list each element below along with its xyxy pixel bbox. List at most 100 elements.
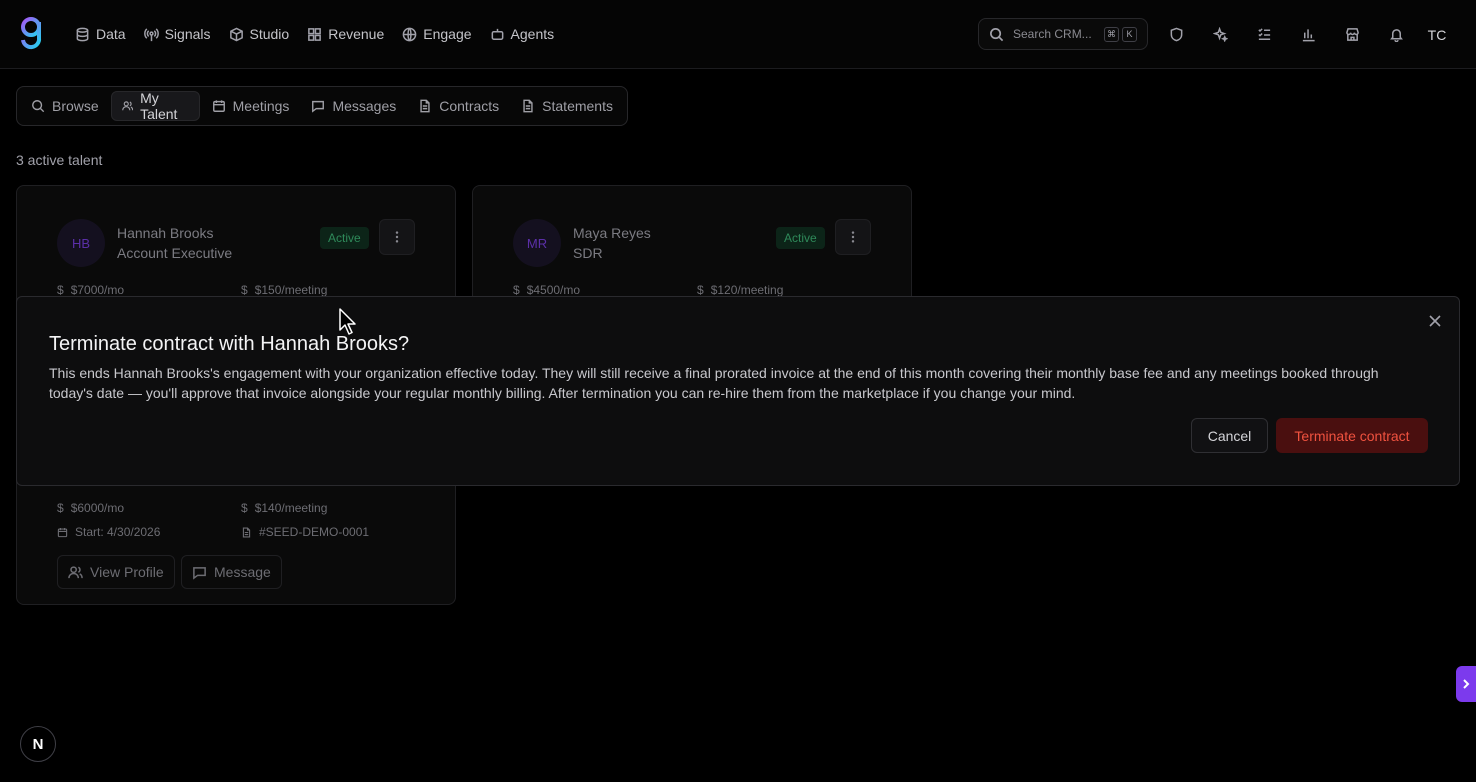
tab-browse[interactable]: Browse <box>21 91 109 121</box>
nav-label: Revenue <box>328 26 385 42</box>
meeting-fee-value: $120/meeting <box>710 283 784 297</box>
more-options-button[interactable] <box>835 219 871 255</box>
radio-icon <box>143 27 159 41</box>
top-icons <box>1160 18 1412 50</box>
search-placeholder: Search CRM... <box>1013 27 1092 41</box>
more-vertical-icon <box>395 231 399 243</box>
more-vertical-icon <box>851 231 855 243</box>
monthly-fee: $ $6000/mo <box>57 501 124 515</box>
tab-statements[interactable]: Statements <box>511 91 623 121</box>
grid-icon <box>308 27 322 41</box>
talent-tabs: Browse My Talent Meetings Messages Contr… <box>16 86 628 126</box>
monthly-fee: $ $7000/mo <box>57 283 124 297</box>
nav-signals[interactable]: Signals <box>135 18 220 50</box>
dollar-icon: $ <box>241 283 248 297</box>
avatar: HB <box>57 219 105 267</box>
sparkles-button[interactable] <box>1204 18 1236 50</box>
nav-label: Agents <box>510 26 555 42</box>
mouse-cursor-icon <box>339 308 356 335</box>
notifications-button[interactable] <box>1380 18 1412 50</box>
monthly-fee-value: $4500/mo <box>526 283 581 297</box>
box-icon <box>229 27 243 41</box>
tab-label: Statements <box>542 98 613 114</box>
tab-label: Contracts <box>439 98 500 114</box>
chevron-right-icon <box>1463 679 1470 689</box>
start-date: Start: 4/30/2026 <box>57 525 160 539</box>
meeting-fee: $ $120/meeting <box>697 283 783 297</box>
meeting-fee-value: $140/meeting <box>254 501 328 515</box>
calendar-icon <box>57 527 68 537</box>
meeting-fee-value: $150/meeting <box>254 283 328 297</box>
talent-role: SDR <box>573 245 603 261</box>
nav-agents[interactable]: Agents <box>481 18 564 50</box>
terminate-dialog: Terminate contract with Hannah Brooks? T… <box>16 296 1460 486</box>
nav-engage[interactable]: Engage <box>393 18 480 50</box>
tab-my-talent[interactable]: My Talent <box>110 90 200 122</box>
app-logo[interactable] <box>18 16 44 50</box>
close-icon <box>1429 315 1441 327</box>
search-box[interactable]: Search CRM... ⌘ K <box>978 18 1148 50</box>
dialog-title: Terminate contract with Hannah Brooks? <box>49 333 410 355</box>
shortcut: ⌘ K <box>1104 26 1137 42</box>
nav-label: Data <box>96 26 126 42</box>
contract-id: #SEED-DEMO-0001 <box>241 525 369 539</box>
shortcut-key: K <box>1122 26 1137 42</box>
file-icon <box>523 99 533 113</box>
avatar: MR <box>513 219 561 267</box>
monthly-fee: $ $4500/mo <box>513 283 580 297</box>
side-panel-toggle[interactable] <box>1456 666 1476 702</box>
analytics-button[interactable] <box>1292 18 1324 50</box>
shield-button[interactable] <box>1160 18 1192 50</box>
message-icon <box>312 100 325 113</box>
search-icon <box>990 27 1004 41</box>
tab-label: Messages <box>332 98 397 114</box>
talent-role: Account Executive <box>117 245 233 261</box>
dollar-icon: $ <box>697 283 704 297</box>
dollar-icon: $ <box>57 283 64 297</box>
dialog-description: This ends Hannah Brooks's engagement wit… <box>49 365 1379 401</box>
dev-tools-badge[interactable]: N <box>20 726 56 762</box>
tab-contracts[interactable]: Contracts <box>408 91 509 121</box>
file-icon <box>420 99 430 113</box>
search-icon <box>32 100 45 113</box>
file-icon <box>242 526 251 538</box>
meeting-fee: $ $150/meeting <box>241 283 327 297</box>
store-icon <box>1345 27 1359 41</box>
close-button[interactable] <box>1427 313 1443 329</box>
talent-count: 3 active talent <box>16 152 103 168</box>
dollar-icon: $ <box>241 501 248 515</box>
message-button[interactable]: Message <box>181 555 282 589</box>
bot-icon <box>491 28 503 40</box>
message-icon <box>193 566 206 580</box>
tasks-button[interactable] <box>1248 18 1280 50</box>
users-icon <box>121 101 133 111</box>
cancel-button[interactable]: Cancel <box>1191 418 1268 453</box>
store-button[interactable] <box>1336 18 1368 50</box>
globe-icon <box>402 27 417 41</box>
nav-label: Signals <box>164 26 211 42</box>
tab-label: Browse <box>52 98 99 114</box>
terminate-contract-button[interactable]: Terminate contract <box>1276 418 1428 453</box>
nav-revenue[interactable]: Revenue <box>298 18 393 50</box>
monthly-fee-value: $6000/mo <box>70 501 125 515</box>
button-label: Message <box>214 564 271 580</box>
more-options-button[interactable] <box>379 219 415 255</box>
sparkles-icon <box>1212 26 1228 42</box>
bell-icon <box>1389 28 1403 42</box>
talent-card: MR Maya Reyes SDR Active $ $4500/mo $ $120… <box>472 185 912 297</box>
contract-id-value: #SEED-DEMO-0001 <box>259 525 370 539</box>
tab-messages[interactable]: Messages <box>301 91 406 121</box>
top-bar: Data Signals Studio Revenue Engage Agent… <box>0 0 1476 69</box>
shortcut-key: ⌘ <box>1104 26 1119 42</box>
view-profile-button[interactable]: View Profile <box>57 555 175 589</box>
database-icon <box>76 27 89 41</box>
main-nav: Data Signals Studio Revenue Engage Agent… <box>66 18 563 50</box>
user-avatar[interactable]: TC <box>1418 18 1456 52</box>
shield-icon <box>1170 27 1182 41</box>
nav-data[interactable]: Data <box>66 18 135 50</box>
nav-studio[interactable]: Studio <box>220 18 299 50</box>
bar-chart-icon <box>1302 28 1315 41</box>
tab-meetings[interactable]: Meetings <box>202 91 300 121</box>
talent-name: Hannah Brooks <box>117 225 214 241</box>
users-icon <box>68 565 83 578</box>
